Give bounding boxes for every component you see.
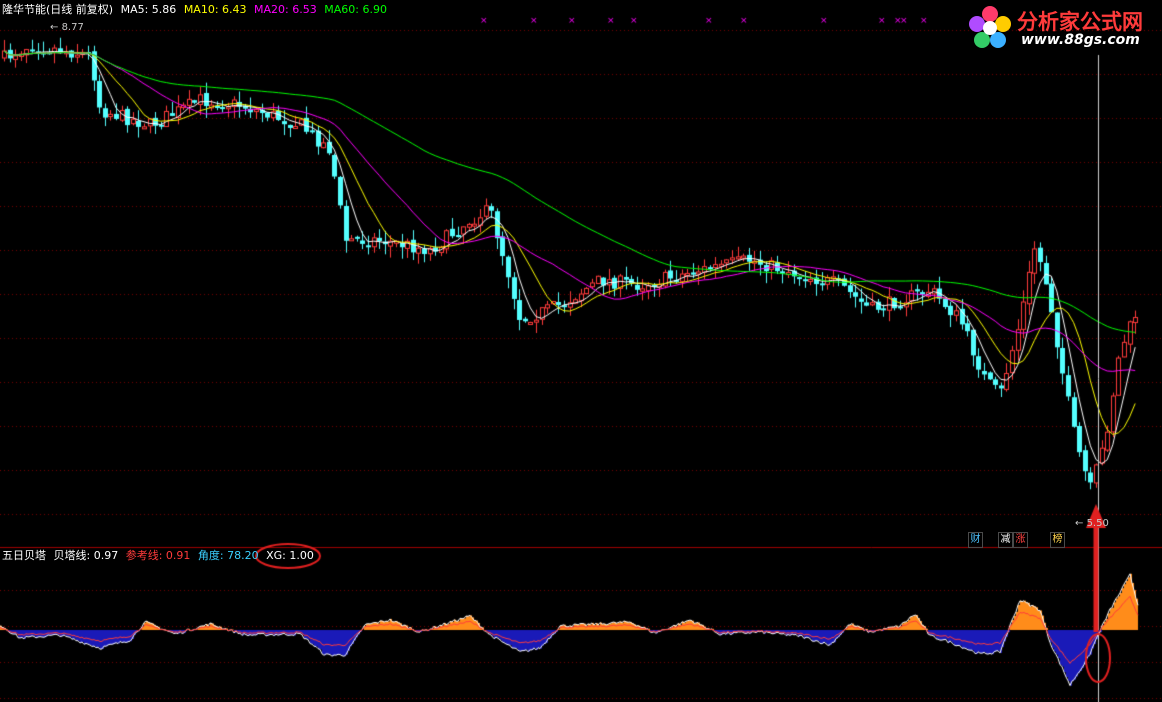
badge-finance[interactable]: 财 xyxy=(968,532,983,548)
ma10-value: MA10: 6.43 xyxy=(183,3,247,16)
main-chart-header: 隆华节能(日线 前复权) MA5: 5.86 MA10: 6.43 MA20: … xyxy=(2,3,391,17)
kline-chart-canvas[interactable] xyxy=(0,0,1162,702)
badge-list[interactable]: 榜 xyxy=(1050,532,1065,548)
flower-logo-icon xyxy=(969,6,1011,48)
site-logo: 分析家公式网 www.88gs.com xyxy=(965,4,1155,52)
badge-reduce[interactable]: 减 xyxy=(998,532,1013,548)
logo-url: www.88gs.com xyxy=(1021,32,1140,48)
sub-chart-header: 五日贝塔 贝塔线: 0.97 参考线: 0.91 角度: 78.20 XG: 1… xyxy=(2,549,318,563)
angle-value: 角度: 78.20 xyxy=(197,549,259,562)
reference-line-value: 参考线: 0.91 xyxy=(125,549,191,562)
indicator-name: 五日贝塔 xyxy=(2,549,46,562)
stock-name: 隆华节能(日线 前复权) xyxy=(2,3,114,16)
ma60-value: MA60: 6.90 xyxy=(324,3,387,16)
ma20-value: MA20: 6.53 xyxy=(254,3,317,16)
badge-rise[interactable]: 涨 xyxy=(1013,532,1028,548)
high-price-label: ← 8.77 xyxy=(50,22,84,33)
low-price-label: ← 5.50 xyxy=(1075,518,1109,529)
xg-value: XG: 1.00 xyxy=(266,549,314,562)
ma5-value: MA5: 5.86 xyxy=(120,3,177,16)
beta-line-value: 贝塔线: 0.97 xyxy=(53,549,119,562)
